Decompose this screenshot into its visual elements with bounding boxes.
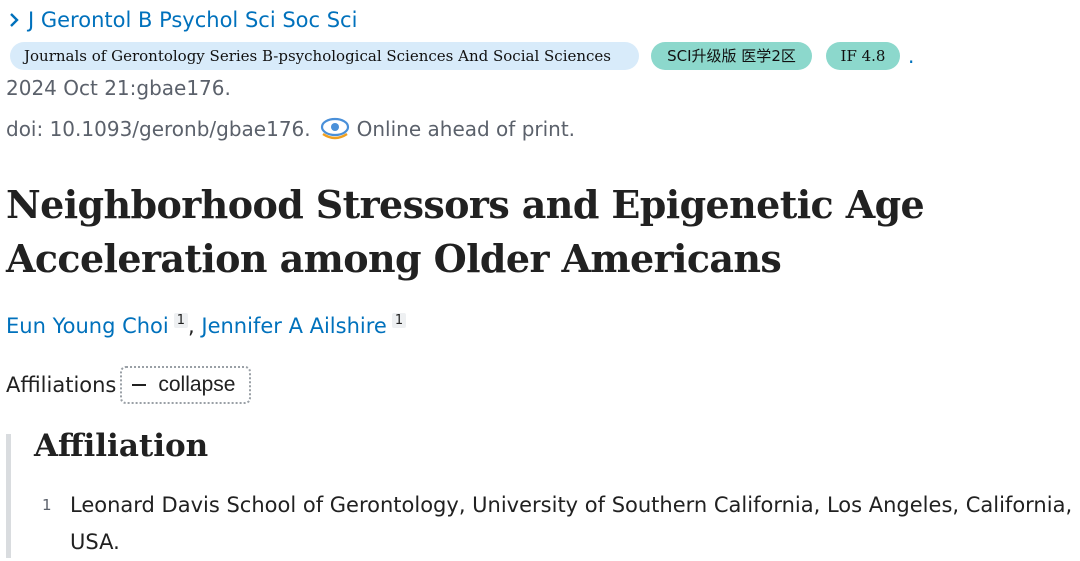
author-list: Eun Young Choi 1, Jennifer A Ailshire 1 bbox=[6, 313, 407, 338]
collapse-affiliations-button[interactable]: collapse bbox=[120, 366, 252, 404]
affiliation-ref[interactable]: 1 bbox=[391, 313, 407, 328]
minus-icon bbox=[132, 384, 147, 386]
collapse-button-label: collapse bbox=[158, 373, 236, 396]
badge-trailing-period: . bbox=[908, 44, 915, 68]
affiliations-toggle-row: Affiliations collapse bbox=[6, 366, 252, 404]
affiliation-text: Leonard Davis School of Gerontology, Uni… bbox=[70, 493, 1073, 554]
journal-fullname-badge: Journals of Gerontology Series B-psychol… bbox=[10, 42, 639, 70]
doi-line: doi: 10.1093/geronb/gbae176. Online ahea… bbox=[6, 116, 575, 142]
journal-badges: Journals of Gerontology Series B-psychol… bbox=[10, 42, 914, 70]
chevron-right-icon bbox=[10, 13, 19, 27]
affiliation-heading: Affiliation bbox=[34, 428, 209, 464]
affiliation-section-rule bbox=[6, 434, 11, 558]
impact-factor-badge: IF 4.8 bbox=[826, 42, 900, 70]
affiliation-number: 1 bbox=[42, 496, 52, 514]
author-link[interactable]: Eun Young Choi bbox=[6, 314, 169, 338]
publication-date: 2024 Oct 21:gbae176. bbox=[6, 76, 231, 100]
journal-breadcrumb[interactable]: J Gerontol B Psychol Sci Soc Sci bbox=[6, 6, 357, 34]
journal-link[interactable]: J Gerontol B Psychol Sci Soc Sci bbox=[28, 8, 357, 32]
affiliation-ref[interactable]: 1 bbox=[173, 313, 189, 328]
affiliations-label: Affiliations bbox=[6, 373, 117, 397]
article-title: Neighborhood Stressors and Epigenetic Ag… bbox=[6, 182, 925, 281]
epub-eye-icon bbox=[320, 117, 349, 140]
publication-status: Online ahead of print. bbox=[356, 117, 576, 141]
sci-rank-badge: SCI升级版 医学2区 bbox=[651, 42, 812, 70]
author-link[interactable]: Jennifer A Ailshire bbox=[201, 314, 386, 338]
doi-text: doi: 10.1093/geronb/gbae176. bbox=[6, 117, 311, 141]
author-separator: , bbox=[188, 314, 202, 338]
